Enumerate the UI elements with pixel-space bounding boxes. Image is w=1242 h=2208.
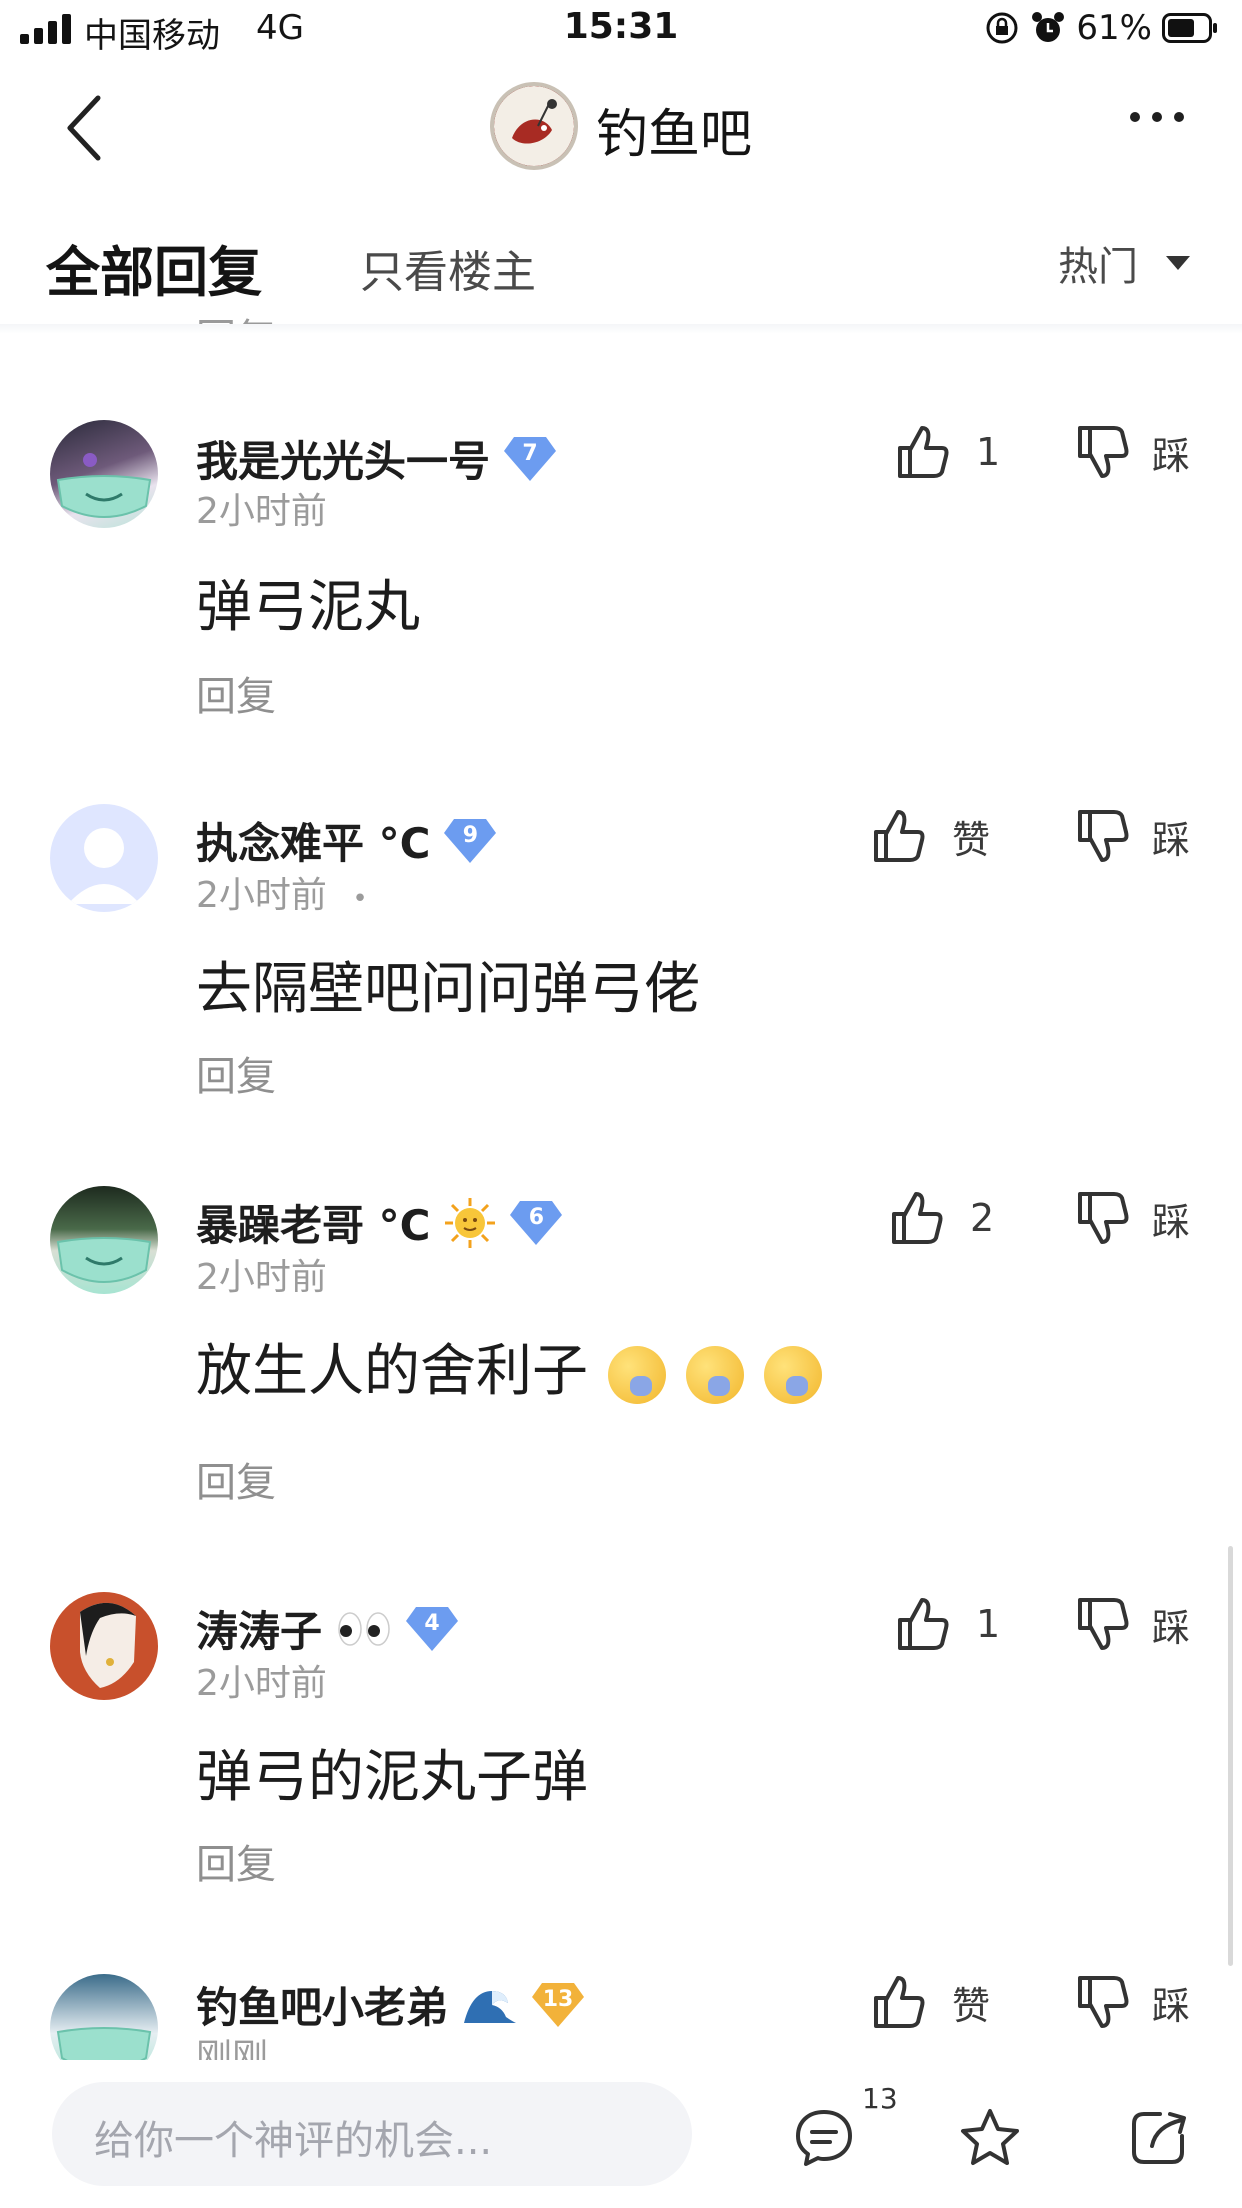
sort-dropdown[interactable]: 热门: [1058, 234, 1190, 292]
dislike-button[interactable]: 踩: [1070, 1970, 1190, 2034]
username[interactable]: 执念难平 °C 9: [196, 810, 497, 871]
wave-emoji-icon: [464, 1990, 517, 2023]
time-dot: •: [352, 884, 368, 914]
divider: [0, 324, 1242, 334]
username[interactable]: 暴躁老哥 °C 6: [196, 1192, 563, 1253]
dislike-button[interactable]: 踩: [1070, 804, 1190, 868]
comment-content: 去隔壁吧问问弹弓佬: [196, 957, 700, 1022]
level-badge: 13: [532, 1981, 585, 2029]
thumbs-up-icon: [892, 1192, 943, 1244]
tab-all-replies[interactable]: 全部回复: [46, 228, 262, 307]
like-label: 赞: [952, 817, 991, 862]
timestamp: 2小时前: [196, 1663, 327, 1704]
forum-logo[interactable]: [490, 82, 578, 170]
thumbs-up-icon: [874, 810, 925, 862]
scrollbar[interactable]: [1228, 1546, 1233, 1966]
timestamp: 刚刚: [196, 2037, 269, 2060]
thumbs-down-icon: [1077, 1598, 1129, 1650]
like-count: 1: [976, 1602, 1001, 1646]
reply-button[interactable]: 回复: [196, 1832, 276, 1890]
comment-content: 放生人的舍利子: [196, 1326, 822, 1407]
star-icon[interactable]: [958, 2106, 1022, 2170]
eyes-emoji-icon: [338, 1611, 390, 1646]
like-button[interactable]: 2: [884, 1186, 994, 1250]
level-badge: 7: [504, 435, 557, 483]
comment-content: 弹弓的泥丸子弹: [196, 1745, 588, 1810]
dislike-label: 踩: [1151, 817, 1190, 862]
comment-content: 弹弓泥丸: [196, 575, 420, 640]
timestamp: 2小时前: [196, 1257, 327, 1298]
like-button[interactable]: 1: [890, 420, 1000, 484]
thumbs-up-icon: [874, 1976, 925, 2028]
forum-title[interactable]: 钓鱼吧: [596, 92, 752, 167]
comment-input-placeholder: 给你一个神评的机会...: [94, 2118, 493, 2164]
battery-percent: 61%: [1076, 8, 1152, 48]
dislike-button[interactable]: 踩: [1070, 420, 1190, 484]
share-icon[interactable]: [1126, 2106, 1190, 2170]
like-button[interactable]: 赞: [866, 804, 990, 868]
back-icon[interactable]: [58, 92, 118, 164]
thumbs-up-icon: [898, 426, 949, 478]
masked-avatar-icon: [56, 1237, 152, 1283]
username[interactable]: 我是光光头一号 7: [196, 428, 557, 489]
reply-tabs: 全部回复 只看楼主 热门: [0, 204, 1242, 324]
sun-emoji-icon: [445, 1197, 496, 1248]
comment-count: 13: [862, 2082, 898, 2115]
tab-only-op[interactable]: 只看楼主: [360, 236, 536, 300]
portrait-avatar-icon: [80, 1602, 136, 1688]
reply-button[interactable]: 回复: [196, 1450, 276, 1508]
comment-input[interactable]: 给你一个神评的机会...: [52, 2082, 692, 2186]
status-bar: 中国移动 4G 15:31 61%: [0, 0, 1242, 62]
reply-button[interactable]: 回复: [196, 1044, 276, 1102]
masked-avatar-icon: [56, 453, 152, 518]
dislike-button[interactable]: 踩: [1070, 1592, 1190, 1656]
battery-icon: [1162, 13, 1217, 43]
sneeze-emoji-icon: [608, 1345, 666, 1404]
avatar[interactable]: [50, 1186, 158, 1294]
chevron-down-icon: [1166, 256, 1190, 270]
comment-icon[interactable]: [792, 2106, 856, 2170]
thumbs-down-icon: [1077, 1976, 1129, 2028]
avatar[interactable]: [50, 420, 158, 528]
like-button[interactable]: 赞: [866, 1970, 990, 2034]
default-avatar-icon: [68, 828, 140, 904]
masked-avatar-icon: [56, 2027, 152, 2060]
comment-item: 钓鱼吧小老弟 13 刚刚 赞 踩: [0, 1970, 1242, 2060]
avatar[interactable]: [50, 1592, 158, 1700]
level-badge: 6: [510, 1199, 563, 1247]
dislike-label: 踩: [1151, 433, 1190, 478]
status-right: 61%: [984, 8, 1218, 48]
avatar[interactable]: [50, 804, 158, 912]
like-count: 1: [976, 430, 1001, 474]
thumbs-up-icon: [898, 1598, 949, 1650]
reply-button[interactable]: 回复: [196, 664, 276, 722]
alarm-icon: [1032, 12, 1065, 42]
like-count: 2: [970, 1196, 995, 1240]
timestamp: 2小时前: [196, 491, 327, 532]
dislike-button[interactable]: 踩: [1070, 1186, 1190, 1250]
fish-logo-icon: [494, 86, 574, 166]
thumbs-down-icon: [1077, 810, 1129, 862]
bottom-bar: 给你一个神评的机会... 13: [0, 2060, 1242, 2208]
username[interactable]: 涛涛子 4: [196, 1598, 459, 1659]
thumbs-down-icon: [1077, 426, 1129, 478]
dislike-label: 踩: [1151, 1605, 1190, 1650]
timestamp: 2小时前 •: [196, 875, 368, 916]
avatar[interactable]: [50, 1974, 158, 2060]
more-icon[interactable]: [1130, 112, 1184, 122]
username[interactable]: 钓鱼吧小老弟 13: [196, 1974, 585, 2035]
rotation-lock-icon: [986, 12, 1018, 44]
level-badge: 9: [444, 817, 497, 865]
dislike-label: 踩: [1151, 1983, 1190, 2028]
previous-reply-peek: 回复: [196, 306, 276, 326]
sort-label: 热门: [1058, 244, 1138, 290]
like-button[interactable]: 1: [890, 1592, 1000, 1656]
like-label: 赞: [952, 1983, 991, 2028]
level-badge: 4: [406, 1605, 459, 1653]
sneeze-emoji-icon: [764, 1345, 822, 1404]
sneeze-emoji-icon: [686, 1345, 744, 1404]
thumbs-down-icon: [1077, 1192, 1129, 1244]
dislike-label: 踩: [1151, 1199, 1190, 1244]
